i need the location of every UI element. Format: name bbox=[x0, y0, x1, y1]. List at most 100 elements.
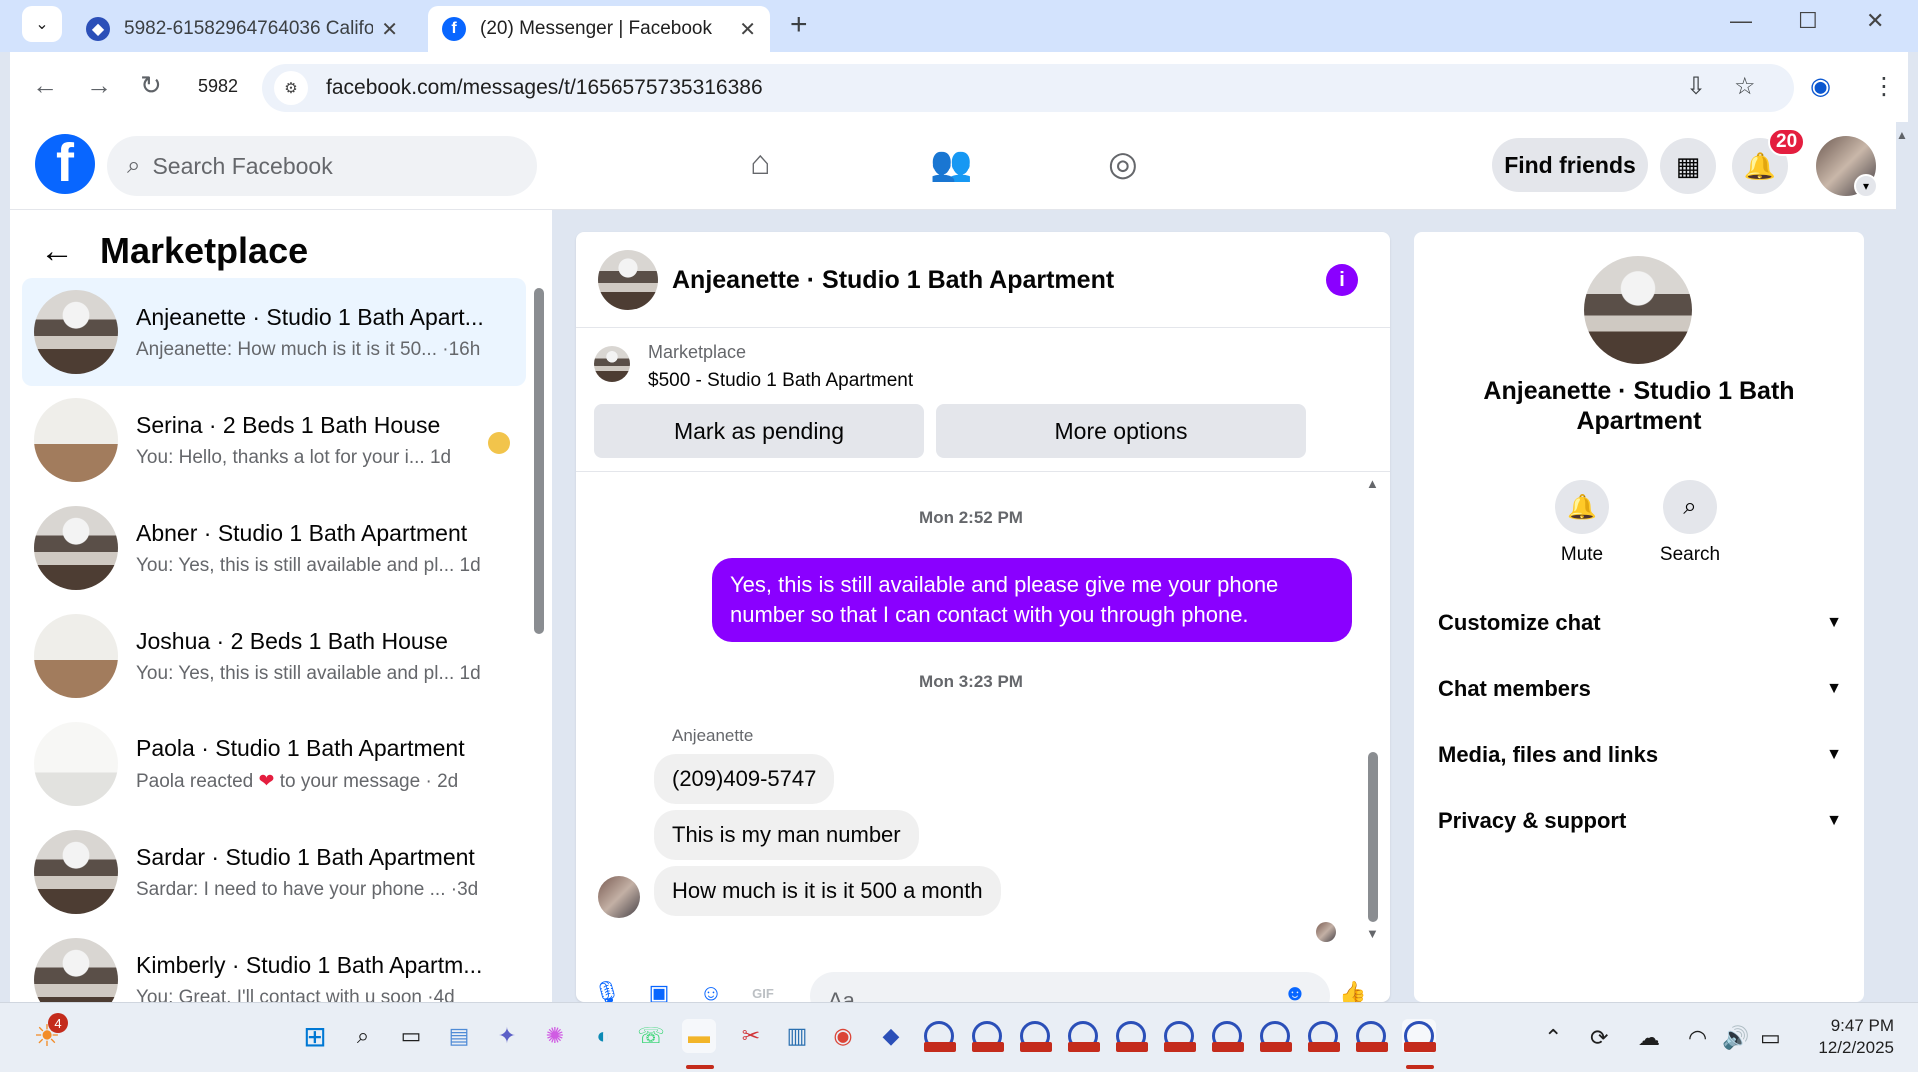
conversation-item[interactable]: Joshua · 2 Beds 1 Bath House You: Yes, t… bbox=[22, 602, 526, 710]
forward-arrow-icon[interactable]: → bbox=[86, 70, 112, 101]
maximize-icon[interactable]: ☐ bbox=[1798, 8, 1818, 34]
listing-thumbnail[interactable] bbox=[594, 346, 630, 382]
kebab-menu-icon[interactable]: ⋮ bbox=[1872, 72, 1896, 101]
close-window-icon[interactable]: ✕ bbox=[1866, 8, 1884, 34]
edge-browser-icon[interactable]: ◐ bbox=[586, 1019, 620, 1053]
chat-members-section[interactable]: Chat members ▼ bbox=[1438, 676, 1842, 702]
page-scroll-up-arrow-icon[interactable]: ▲ bbox=[1896, 128, 1908, 142]
find-friends-button[interactable]: Find friends bbox=[1492, 138, 1648, 192]
scroll-up-arrow-icon[interactable]: ▲ bbox=[1366, 476, 1379, 491]
microphone-icon[interactable]: 🎙 bbox=[593, 980, 621, 1002]
vpn-profile-icon[interactable] bbox=[1114, 1019, 1148, 1053]
friends-icon[interactable]: 👥 bbox=[930, 144, 972, 184]
emoji-icon[interactable]: ☻ bbox=[1282, 980, 1308, 1002]
profile-label[interactable]: 5982 bbox=[198, 76, 238, 97]
vpn-profile-icon[interactable] bbox=[1066, 1019, 1100, 1053]
browser-tab-2[interactable]: f (20) Messenger | Facebook ✕ bbox=[428, 6, 770, 52]
new-tab-plus-icon[interactable]: + bbox=[790, 8, 808, 42]
chat-scrollbar[interactable] bbox=[1368, 752, 1378, 922]
info-icon[interactable]: i bbox=[1326, 264, 1358, 296]
vpn-profile-icon[interactable] bbox=[1354, 1019, 1388, 1053]
gif-icon[interactable]: GIF bbox=[750, 980, 776, 1002]
groups-icon[interactable]: ◎ bbox=[1108, 144, 1138, 184]
vpn-profile-icon[interactable] bbox=[1258, 1019, 1292, 1053]
scroll-down-arrow-icon[interactable]: ▼ bbox=[1366, 926, 1379, 941]
install-app-icon[interactable]: ⇩ bbox=[1686, 72, 1706, 101]
media-files-links-section[interactable]: Media, files and links ▼ bbox=[1438, 742, 1842, 768]
privacy-support-section[interactable]: Privacy & support ▼ bbox=[1438, 808, 1842, 834]
browser-tab-1[interactable]: ◆ 5982-61582964764036 Californ ✕ bbox=[72, 6, 412, 52]
listing-avatar[interactable] bbox=[1584, 256, 1692, 364]
address-bar[interactable]: ⚙ facebook.com/messages/t/16565757353163… bbox=[262, 64, 1794, 112]
vpn-profile-icon[interactable] bbox=[1018, 1019, 1052, 1053]
tab-search-chevron-icon[interactable]: ⌄ bbox=[22, 6, 62, 42]
profile-icon[interactable]: ◉ bbox=[1810, 72, 1831, 101]
vpn-profile-icon[interactable] bbox=[1306, 1019, 1340, 1053]
image-icon[interactable]: ▣ bbox=[646, 980, 672, 1002]
message-input[interactable]: Aa bbox=[810, 972, 1330, 1002]
conversation-preview: Anjeanette: How much is it is it 50... ·… bbox=[136, 338, 481, 360]
chevron-up-icon[interactable]: ⌃ bbox=[1544, 1025, 1562, 1051]
file-explorer-icon[interactable]: ▬ bbox=[682, 1019, 716, 1053]
minimize-icon[interactable]: — bbox=[1730, 8, 1752, 34]
thumbs-up-icon[interactable]: 👍 bbox=[1339, 980, 1366, 1002]
incoming-message[interactable]: How much is it is it 500 a month bbox=[654, 866, 1001, 916]
volume-icon[interactable]: 🔊 bbox=[1722, 1025, 1749, 1051]
conversation-item[interactable]: Sardar · Studio 1 Bath Apartment Sardar:… bbox=[22, 818, 526, 926]
outgoing-message[interactable]: Yes, this is still available and please … bbox=[712, 558, 1352, 642]
chrome-icon[interactable]: ◉ bbox=[826, 1019, 860, 1053]
conversation-item[interactable]: Abner · Studio 1 Bath Apartment You: Yes… bbox=[22, 494, 526, 602]
copilot-icon[interactable]: ✺ bbox=[538, 1019, 572, 1053]
conversation-item[interactable]: Paola · Studio 1 Bath Apartment Paola re… bbox=[22, 710, 526, 818]
reload-icon[interactable]: ↻ bbox=[140, 70, 162, 101]
chat-avatar[interactable] bbox=[598, 250, 658, 310]
site-settings-icon[interactable]: ⚙ bbox=[274, 71, 308, 105]
listing-title[interactable]: $500 - Studio 1 Bath Apartment bbox=[648, 370, 913, 392]
incoming-message[interactable]: (209)409-5747 bbox=[654, 754, 835, 804]
url-text[interactable]: facebook.com/messages/t/1656575735316386 bbox=[326, 76, 763, 100]
task-view-icon[interactable]: ▭ bbox=[394, 1019, 428, 1053]
vpn-profile-icon[interactable] bbox=[922, 1019, 956, 1053]
mute-button[interactable]: 🔔 Mute bbox=[1542, 480, 1622, 566]
bookmark-star-icon[interactable]: ☆ bbox=[1734, 72, 1756, 101]
facebook-search-input[interactable]: ⌕ Search Facebook bbox=[107, 136, 537, 196]
vpn-profile-icon[interactable] bbox=[1162, 1019, 1196, 1053]
chevron-down-icon[interactable]: ▾ bbox=[1854, 174, 1878, 198]
search-icon[interactable]: ⌕ bbox=[346, 1019, 380, 1053]
snipping-tool-icon[interactable]: ✂ bbox=[734, 1019, 768, 1053]
vpn-profile-icon[interactable] bbox=[970, 1019, 1004, 1053]
facebook-logo-icon[interactable]: f bbox=[35, 134, 95, 194]
more-options-button[interactable]: More options bbox=[936, 404, 1306, 458]
close-tab-icon[interactable]: ✕ bbox=[381, 17, 398, 42]
customize-chat-section[interactable]: Customize chat ▼ bbox=[1438, 610, 1842, 636]
browser-tab-strip: ⌄ ◆ 5982-61582964764036 Californ ✕ f (20… bbox=[0, 0, 1918, 52]
cloud-off-icon[interactable]: ☁ bbox=[1638, 1025, 1660, 1051]
back-arrow-icon[interactable]: ← bbox=[40, 232, 74, 271]
vpn-profile-icon[interactable] bbox=[1210, 1019, 1244, 1053]
back-arrow-icon[interactable]: ← bbox=[32, 70, 58, 101]
vpn-shield-icon[interactable]: ◆ bbox=[874, 1019, 908, 1053]
search-conversation-button[interactable]: ⌕ Search bbox=[1650, 480, 1730, 566]
conversation-item[interactable]: Serina · 2 Beds 1 Bath House You: Hello,… bbox=[22, 386, 526, 494]
notepad-icon[interactable]: ▥ bbox=[780, 1019, 814, 1053]
close-tab-icon[interactable]: ✕ bbox=[739, 17, 756, 42]
vpn-profile-icon[interactable] bbox=[1402, 1019, 1436, 1053]
conversation-item[interactable]: Kimberly · Studio 1 Bath Apartm... You: … bbox=[22, 926, 526, 1002]
start-windows-icon[interactable]: ⊞ bbox=[298, 1019, 332, 1053]
system-clock[interactable]: 9:47 PM 12/2/2025 bbox=[1804, 1015, 1894, 1059]
sticker-icon[interactable]: ☺ bbox=[698, 980, 724, 1002]
home-icon[interactable]: ⌂ bbox=[750, 144, 771, 183]
incoming-message[interactable]: This is my man number bbox=[654, 810, 919, 860]
whatsapp-icon[interactable]: ☏ bbox=[634, 1019, 668, 1053]
teams-icon[interactable]: ✦ bbox=[490, 1019, 524, 1053]
chat-title[interactable]: Anjeanette · Studio 1 Bath Apartment bbox=[672, 266, 1114, 295]
widgets-icon[interactable]: ▤ bbox=[442, 1019, 476, 1053]
conversation-item[interactable]: Anjeanette · Studio 1 Bath Apart... Anje… bbox=[22, 278, 526, 386]
sidebar-scrollbar[interactable] bbox=[534, 288, 544, 634]
battery-icon[interactable]: ▭ bbox=[1760, 1025, 1781, 1051]
sync-icon[interactable]: ⟳ bbox=[1590, 1025, 1608, 1051]
conversation-name: Joshua · 2 Beds 1 Bath House bbox=[136, 627, 448, 654]
mark-as-pending-button[interactable]: Mark as pending bbox=[594, 404, 924, 458]
menu-grid-icon[interactable]: ▦ bbox=[1660, 138, 1716, 194]
wifi-icon[interactable]: ◠ bbox=[1688, 1025, 1707, 1051]
